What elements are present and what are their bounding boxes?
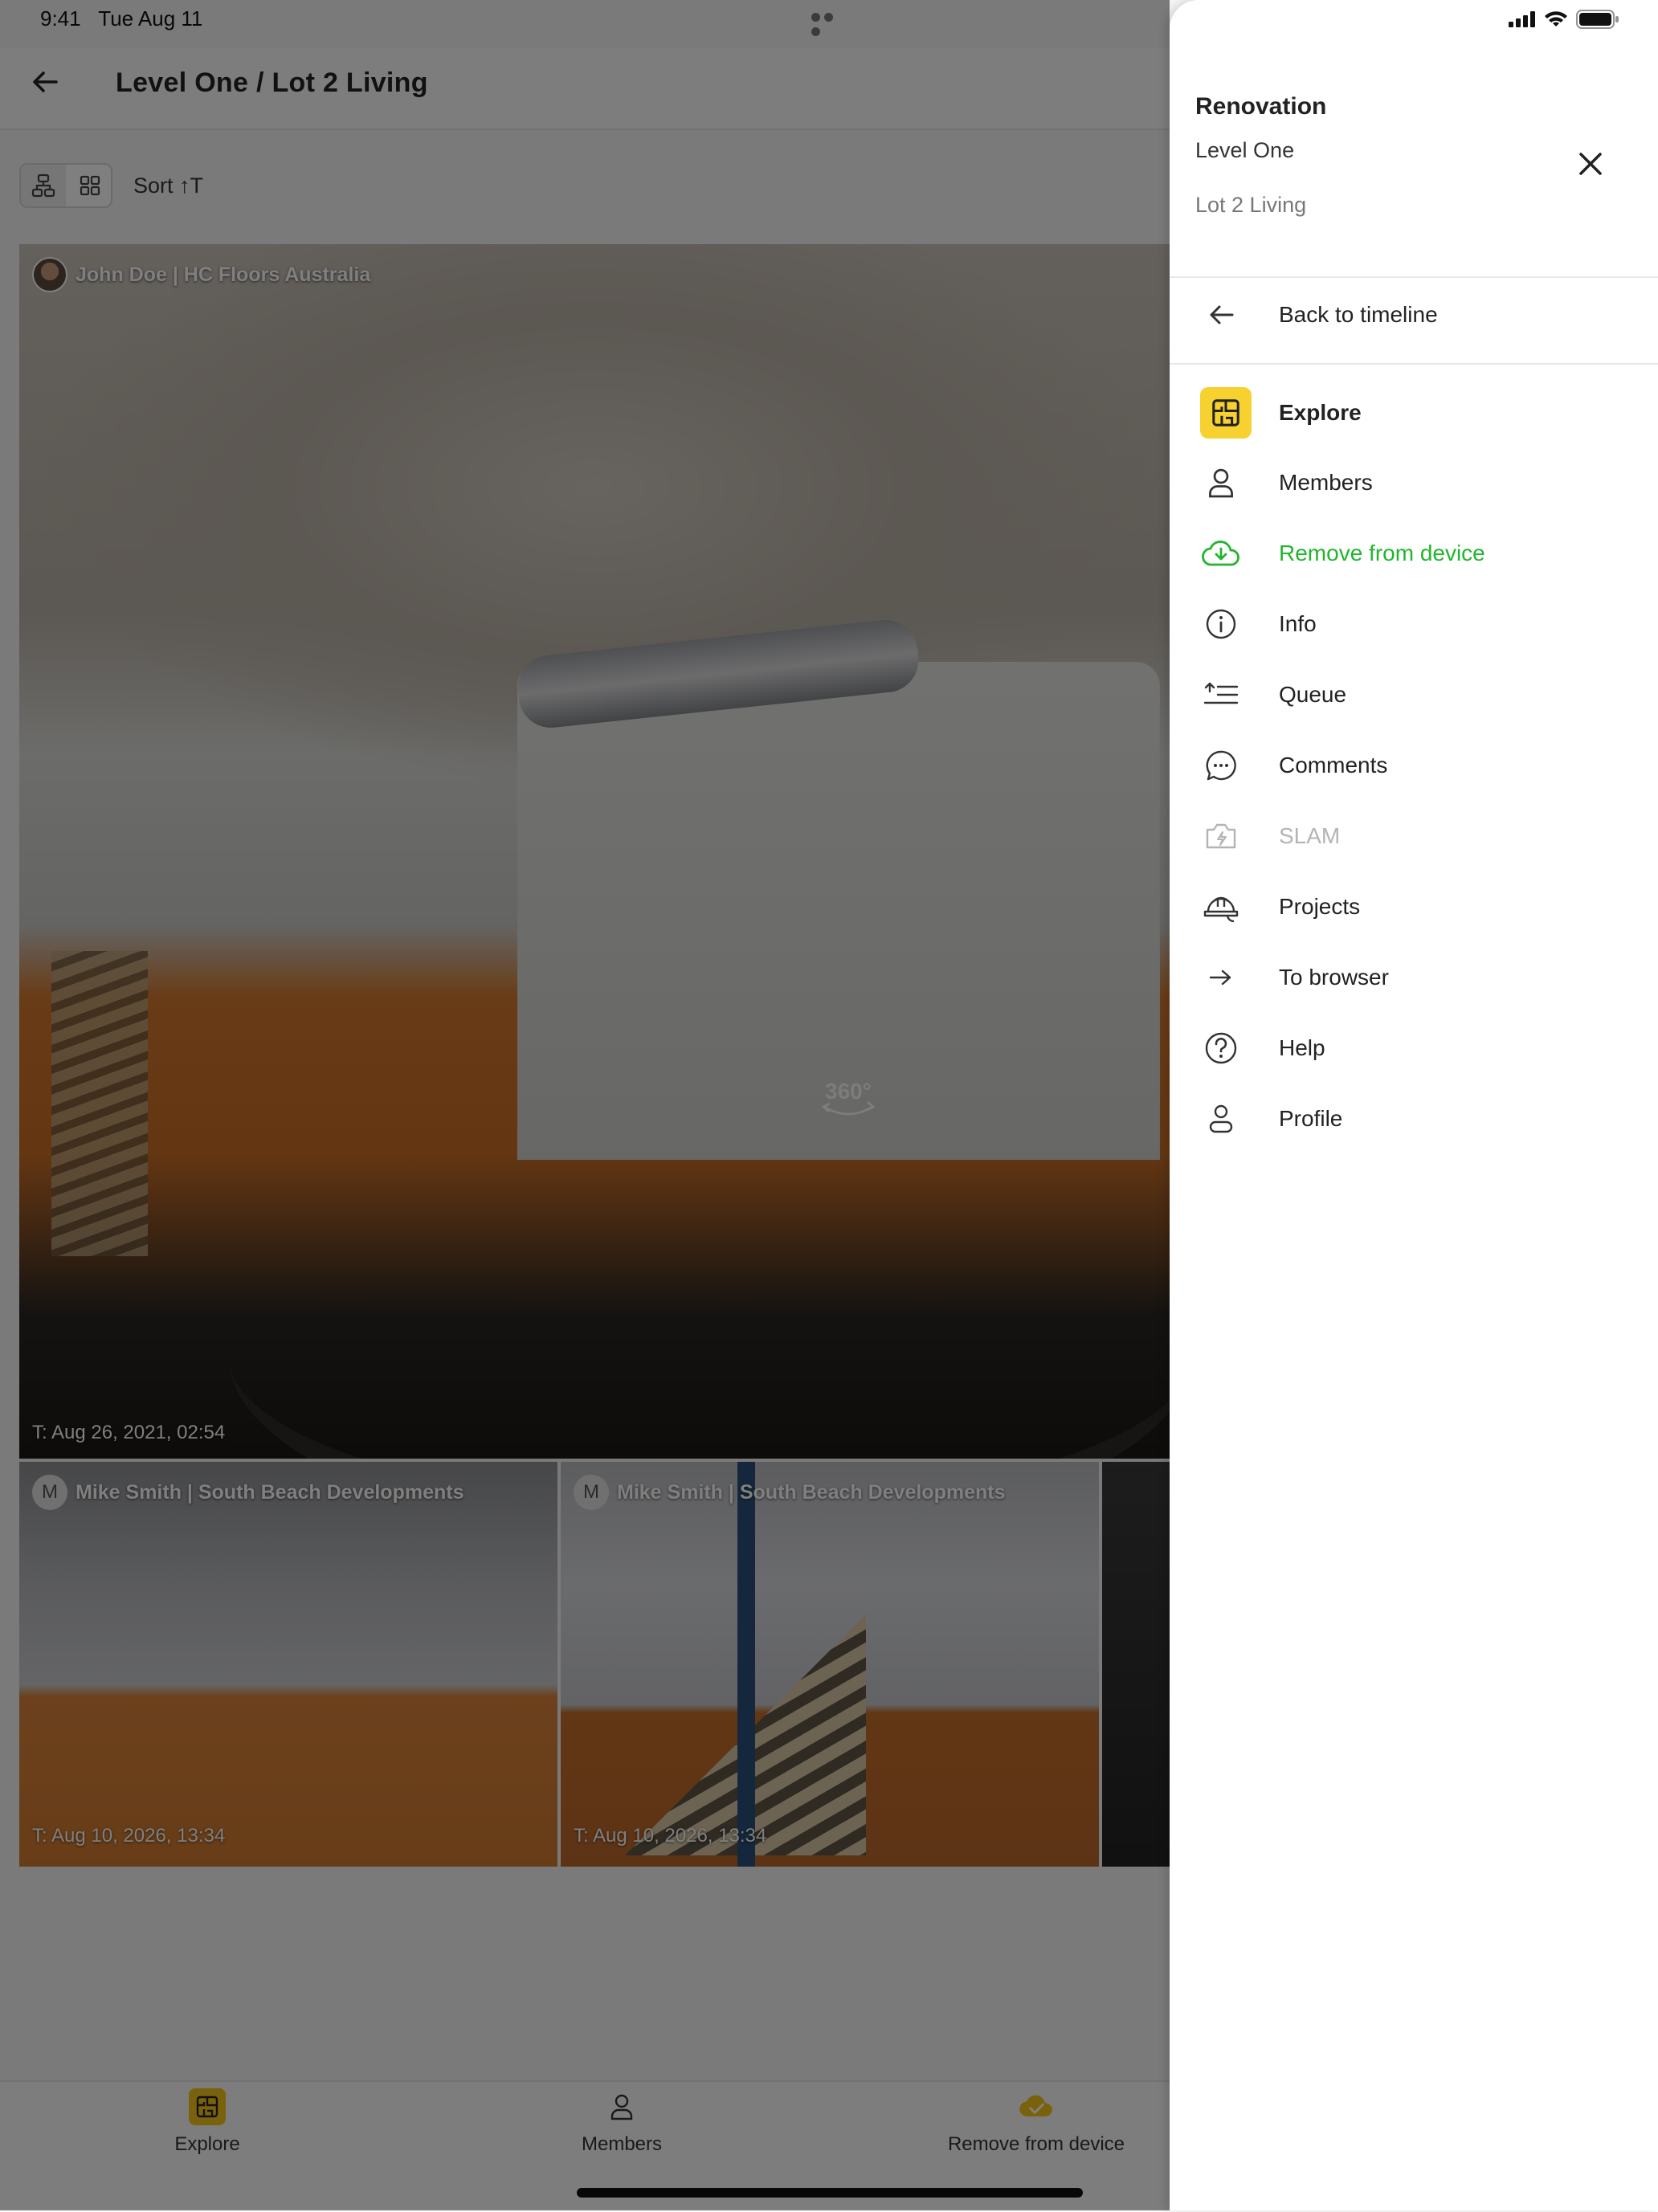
breadcrumb-level: Level One (1195, 138, 1295, 162)
menu-item-profile[interactable]: Profile (1170, 1087, 1658, 1151)
close-icon (1579, 153, 1602, 175)
menu-item-to-browser[interactable]: To browser (1170, 945, 1658, 1010)
divider (1170, 276, 1658, 278)
close-button[interactable] (1571, 145, 1610, 183)
back-to-timeline-button[interactable]: Back to timeline (1170, 283, 1658, 347)
camera-bolt-icon (1200, 815, 1242, 857)
profile-icon (1200, 1098, 1242, 1140)
help-icon (1200, 1027, 1242, 1069)
menu-item-explore[interactable]: Explore (1170, 381, 1658, 445)
menu-item-queue[interactable]: Queue (1170, 663, 1658, 727)
menu-item-info[interactable]: Info (1170, 592, 1658, 656)
menu-item-remove-from-device[interactable]: Remove from device (1170, 521, 1658, 586)
menu-item-help[interactable]: Help (1170, 1016, 1658, 1080)
menu-item-comments[interactable]: Comments (1170, 733, 1658, 798)
cloud-download-icon (1200, 533, 1242, 574)
back-arrow-icon (1200, 294, 1242, 336)
divider (1170, 363, 1658, 365)
menu-item-slam: SLAM (1170, 804, 1658, 868)
project-title: Renovation (1195, 93, 1327, 120)
person-icon (1200, 462, 1242, 504)
menu-item-members[interactable]: Members (1170, 451, 1658, 515)
system-status-icons (1509, 10, 1619, 29)
floorplan-icon (1200, 387, 1252, 439)
battery-icon (1576, 10, 1619, 29)
side-drawer: Renovation Level One Lot 2 Living Back t… (1170, 0, 1658, 2210)
hardhat-icon (1200, 886, 1242, 928)
breadcrumb-lot: Lot 2 Living (1195, 193, 1307, 217)
wifi-icon (1545, 11, 1567, 27)
modal-scrim[interactable] (0, 0, 1170, 2210)
info-icon (1200, 603, 1242, 645)
arrow-right-icon (1200, 957, 1242, 998)
cellular-signal-icon (1509, 11, 1535, 27)
comment-icon (1200, 745, 1242, 786)
menu-item-projects[interactable]: Projects (1170, 875, 1658, 939)
queue-icon (1200, 674, 1242, 716)
